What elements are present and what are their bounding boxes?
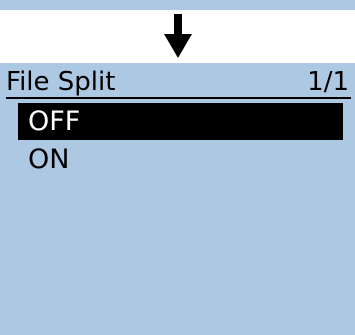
menu-item-on[interactable]: ON <box>18 141 343 178</box>
menu-item-label: ON <box>28 144 70 175</box>
arrow-down-icon <box>164 14 192 58</box>
previous-screen-edge <box>0 0 355 10</box>
menu-item-label: OFF <box>28 106 81 137</box>
menu-item-off[interactable]: OFF <box>18 103 343 140</box>
page-indicator: 1/1 <box>307 67 349 97</box>
screen-header: File Split 1/1 <box>6 67 351 99</box>
screen-title: File Split <box>6 67 116 97</box>
lcd-screen: File Split 1/1 OFF ON <box>0 63 355 335</box>
